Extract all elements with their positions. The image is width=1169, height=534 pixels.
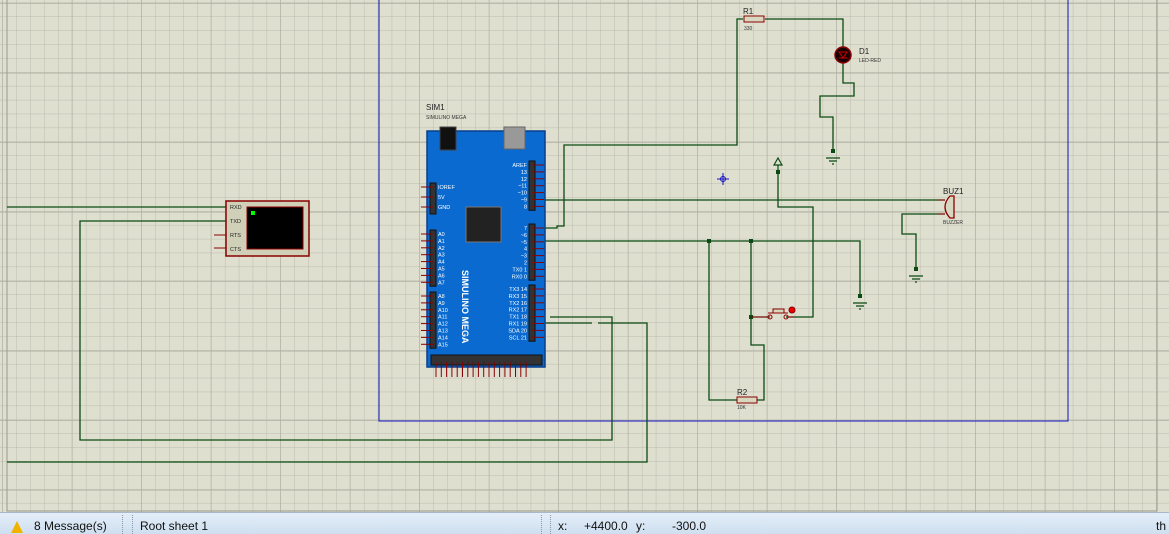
board-pin-label: RX3 15 <box>509 294 527 300</box>
board-pin-label: 12 <box>521 177 527 183</box>
board-pin-label: 2 <box>524 261 527 267</box>
terminal-pin-rts: RTS <box>230 233 241 239</box>
button-state-indicator[interactable] <box>788 306 796 314</box>
board-pin-label: A10 <box>438 308 448 314</box>
board-pin-label: GND <box>438 205 450 211</box>
r2-ref: R2 <box>737 388 748 397</box>
board-pin-label: ~3 <box>521 254 527 260</box>
board-pin-label: A8 <box>438 294 445 300</box>
board-brand-label: SIMULINO MEGA <box>460 270 470 344</box>
status-trailing-text: th <box>1156 519 1167 533</box>
schematic-canvas[interactable]: R1 330 D1 LED-RED BUZ1 BUZZER R2 10K RXD… <box>0 0 1169 512</box>
terminal-pin-rxd: RXD <box>230 205 242 211</box>
board-pin-label: A11 <box>438 315 447 321</box>
board-pin-label: ~6 <box>521 233 527 239</box>
x-coordinate: +4400.0 <box>584 519 628 533</box>
board-pin-label: IOREF <box>438 185 455 191</box>
schematic[interactable]: R1 330 D1 LED-RED BUZ1 BUZZER R2 10K RXD… <box>0 0 1169 512</box>
status-bar: 8 Message(s) Root sheet 1 x: +4400.0 y: … <box>0 512 1169 534</box>
board-pin-label: AREF <box>512 163 527 169</box>
d1-value: LED-RED <box>859 58 881 64</box>
virtual-terminal[interactable]: RXD TXD RTS CTS <box>214 200 310 257</box>
board-pin-label: 13 <box>521 170 527 176</box>
simulino-mega-board[interactable]: SIM1 SIMULINO MEGA SIMULINO MEGA IOREF 5V… <box>421 103 546 377</box>
board-pin-label: TX1 18 <box>509 315 527 321</box>
board-pin-label: SCL 21 <box>509 335 527 341</box>
board-pin-label: TX0 1 <box>512 267 527 273</box>
board-pin-label: A6 <box>438 273 445 279</box>
d1-ref: D1 <box>859 47 870 56</box>
terminal-pin-txd: TXD <box>230 219 241 225</box>
buz1-ref: BUZ1 <box>943 187 964 196</box>
board-pin-label: A13 <box>438 329 448 335</box>
board-pin-label: A2 <box>438 246 445 252</box>
board-pin-label: 4 <box>524 247 527 253</box>
board-pin-label: 5V <box>438 195 445 201</box>
board-pin-label: 8 <box>524 204 527 210</box>
message-count[interactable]: 8 Message(s) <box>34 519 107 533</box>
board-pin-label: A15 <box>438 342 448 348</box>
board-pin-label: A3 <box>438 253 445 259</box>
board-pin-label: 7 <box>524 226 527 232</box>
warning-icon[interactable] <box>11 521 23 533</box>
board-pin-label: A14 <box>438 335 448 341</box>
board-pin-label: RX0 0 <box>512 274 527 280</box>
board-pin-label: ~10 <box>518 191 527 197</box>
board-pin-label: A7 <box>438 280 445 286</box>
y-label: y: <box>636 519 646 533</box>
board-pin-label: ~9 <box>521 198 527 204</box>
sim1-ref: SIM1 <box>426 103 445 112</box>
board-pin-label: A1 <box>438 239 445 245</box>
board-pin-label: A12 <box>438 322 448 328</box>
terminal-pin-cts: CTS <box>230 247 241 253</box>
r1-ref: R1 <box>743 7 754 16</box>
board-pin-label: SDA 20 <box>508 328 527 334</box>
board-pin-label: A0 <box>438 232 445 238</box>
r1-value: 330 <box>744 26 753 32</box>
r2-value: 10K <box>737 405 747 411</box>
y-coordinate: -300.0 <box>672 519 707 533</box>
buz1-value: BUZZER <box>943 220 963 226</box>
board-pin-label: TX3 14 <box>509 287 527 293</box>
current-sheet: Root sheet 1 <box>140 519 209 533</box>
x-label: x: <box>558 519 568 533</box>
board-pin-label: RX1 19 <box>509 322 527 328</box>
board-pin-label: ~11 <box>518 184 527 190</box>
board-pin-label: ~5 <box>521 240 527 246</box>
board-pin-label: A4 <box>438 260 445 266</box>
board-pin-label: A5 <box>438 267 445 273</box>
board-pin-label: TX2 16 <box>509 301 527 307</box>
sim1-value: SIMULINO MEGA <box>426 115 467 121</box>
board-pin-label: A9 <box>438 301 445 307</box>
board-pin-label: RX2 17 <box>509 308 527 314</box>
